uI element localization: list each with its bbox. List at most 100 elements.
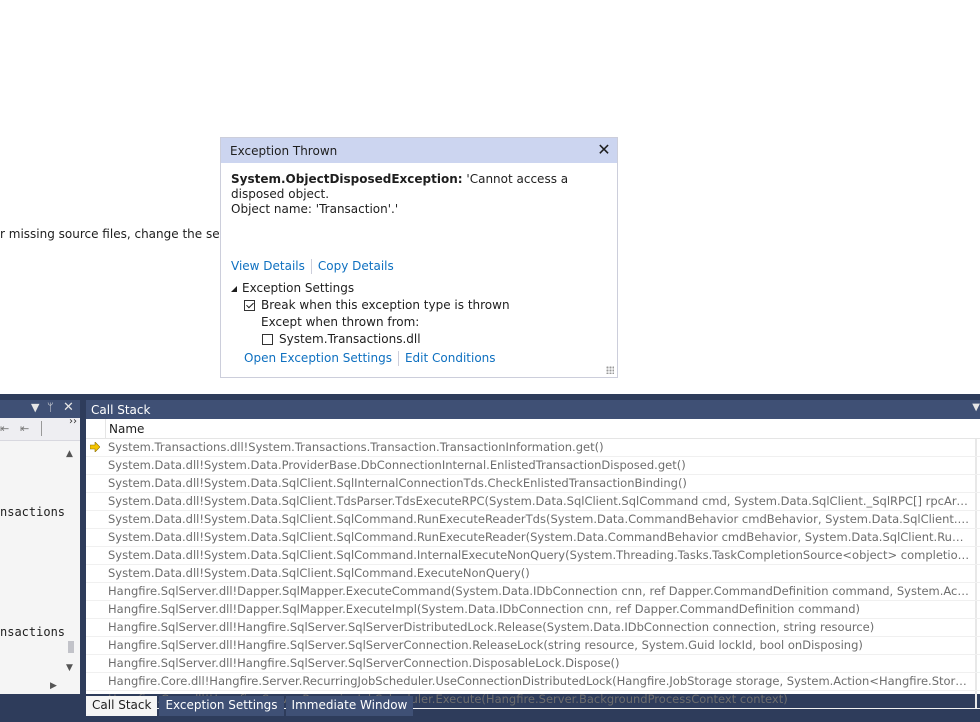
close-icon[interactable]: ✕ <box>595 140 613 160</box>
call-stack-row[interactable]: System.Data.dll!System.Data.SqlClient.Sq… <box>86 511 980 529</box>
row-edge <box>975 547 977 564</box>
left-panel-toolbar: ⇤ ⇤ ›› <box>0 416 80 441</box>
left-tool-window: ▼ ᛘ ✕ ⇤ ⇤ ›› nsactions nsactions ▲ ▼ ▶ <box>0 400 80 694</box>
call-stack-row[interactable]: System.Data.dll!System.Data.SqlClient.Sq… <box>86 529 980 547</box>
tab-exception-settings[interactable]: Exception Settings <box>159 696 284 716</box>
break-when-thrown-checkbox[interactable] <box>244 299 255 311</box>
exception-settings-expander[interactable]: Exception Settings <box>231 281 354 295</box>
hint-text: r missing source files, change the setti… <box>0 227 255 241</box>
exception-popup: Exception Thrown ✕ System.ObjectDisposed… <box>220 137 618 378</box>
popup-title: Exception Thrown <box>230 144 338 158</box>
row-edge <box>975 601 977 618</box>
open-exception-settings-link[interactable]: Open Exception Settings <box>244 351 392 365</box>
frame-name: System.Data.dll!System.Data.SqlClient.Sq… <box>108 530 970 544</box>
dropdown-icon[interactable]: ▼ <box>31 401 39 414</box>
left-panel-body: nsactions nsactions ▲ ▼ ▶ <box>0 441 80 693</box>
resize-grip-icon[interactable] <box>606 366 614 374</box>
call-stack-row[interactable]: Hangfire.SqlServer.dll!Dapper.SqlMapper.… <box>86 601 980 619</box>
scroll-right-icon[interactable]: ▶ <box>50 681 57 691</box>
frame-name: Hangfire.SqlServer.dll!Hangfire.SqlServe… <box>108 656 620 670</box>
transactions-dll-row[interactable]: System.Transactions.dll <box>262 332 421 346</box>
row-edge <box>975 655 977 672</box>
column-divider <box>105 419 106 438</box>
exception-settings-label: Exception Settings <box>242 281 355 295</box>
window-menu-icon[interactable]: ▼ <box>972 402 980 413</box>
left-text-1: nsactions <box>0 505 66 519</box>
except-when-thrown-label: Except when thrown from: <box>261 315 420 329</box>
edit-conditions-link[interactable]: Edit Conditions <box>405 351 496 365</box>
call-stack-row[interactable]: Hangfire.SqlServer.dll!Hangfire.SqlServe… <box>86 619 980 637</box>
frame-name: Hangfire.SqlServer.dll!Dapper.SqlMapper.… <box>108 584 970 598</box>
call-stack-row[interactable]: Hangfire.SqlServer.dll!Hangfire.SqlServe… <box>86 637 980 655</box>
pin-icon[interactable]: ᛘ <box>47 401 54 414</box>
current-frame-arrow-icon <box>90 442 100 452</box>
call-stack-row[interactable]: Hangfire.SqlServer.dll!Hangfire.SqlServe… <box>86 655 980 673</box>
column-header: Name <box>86 419 980 439</box>
frame-name: Hangfire.SqlServer.dll!Hangfire.SqlServe… <box>108 620 875 634</box>
break-when-thrown-label: Break when this exception type is thrown <box>261 298 510 312</box>
call-stack-row[interactable]: System.Data.dll!System.Data.SqlClient.Sq… <box>86 565 980 583</box>
transactions-dll-checkbox[interactable] <box>262 333 273 345</box>
frame-name: System.Data.dll!System.Data.SqlClient.Sq… <box>108 476 687 490</box>
call-stack-header: Call Stack ▼ <box>86 400 980 419</box>
call-stack-row[interactable]: Hangfire.SqlServer.dll!Dapper.SqlMapper.… <box>86 583 980 601</box>
settings-links: Open Exception Settings Edit Conditions <box>244 351 496 366</box>
divider <box>397 351 399 366</box>
frame-name: System.Data.dll!System.Data.SqlClient.Sq… <box>108 548 970 562</box>
overflow-icon[interactable]: ›› <box>69 416 77 427</box>
row-edge <box>975 511 977 528</box>
indent-icon[interactable]: ⇤ <box>20 422 29 435</box>
call-stack-row[interactable]: System.Data.dll!System.Data.SqlClient.Sq… <box>86 475 980 493</box>
popup-header: Exception Thrown ✕ <box>221 138 617 163</box>
frame-name: Hangfire.SqlServer.dll!Dapper.SqlMapper.… <box>108 602 861 616</box>
call-stack-row[interactable]: System.Data.dll!System.Data.ProviderBase… <box>86 457 980 475</box>
call-stack-row[interactable]: System.Data.dll!System.Data.SqlClient.Td… <box>86 493 980 511</box>
call-stack-title: Call Stack <box>91 403 151 417</box>
call-stack-window: Call Stack ▼ Name System.Transactions.dl… <box>86 400 980 709</box>
exception-message: System.ObjectDisposedException: 'Cannot … <box>231 172 611 217</box>
call-stack-row[interactable]: System.Data.dll!System.Data.SqlClient.Sq… <box>86 547 980 565</box>
break-when-thrown-row[interactable]: Break when this exception type is thrown <box>244 298 510 312</box>
exception-text-2: Object name: 'Transaction'.' <box>231 202 399 216</box>
row-edge <box>975 673 977 690</box>
row-edge <box>975 565 977 582</box>
frame-name: System.Data.dll!System.Data.SqlClient.Td… <box>108 494 970 508</box>
call-stack-row[interactable]: Hangfire.Core.dll!Hangfire.Server.Recurr… <box>86 673 980 691</box>
bottom-tab-bar: Call Stack Exception Settings Immediate … <box>86 696 414 716</box>
row-edge <box>975 619 977 636</box>
row-edge <box>975 475 977 492</box>
details-links: View Details Copy Details <box>231 259 394 274</box>
left-panel-header: ▼ ᛘ ✕ <box>0 400 80 418</box>
close-icon[interactable]: ✕ <box>63 400 74 415</box>
scroll-down-icon[interactable]: ▼ <box>66 663 73 673</box>
tab-immediate-window[interactable]: Immediate Window <box>285 696 414 716</box>
row-edge <box>975 457 977 474</box>
divider <box>310 259 312 274</box>
exception-type: System.ObjectDisposedException: <box>231 172 463 186</box>
left-text-2: nsactions <box>0 625 66 639</box>
frame-name: System.Data.dll!System.Data.SqlClient.Sq… <box>108 566 530 580</box>
scroll-up-icon[interactable]: ▲ <box>66 449 73 459</box>
row-edge <box>975 583 977 600</box>
scroll-thumb[interactable] <box>68 641 74 653</box>
call-stack-row[interactable]: System.Transactions.dll!System.Transacti… <box>86 439 980 457</box>
expand-triangle-icon <box>231 285 237 292</box>
row-edge <box>975 529 977 546</box>
row-edge <box>975 691 977 708</box>
frame-name: Hangfire.Core.dll!Hangfire.Server.Recurr… <box>108 674 970 688</box>
row-edge <box>975 493 977 510</box>
outdent-icon[interactable]: ⇤ <box>0 422 9 435</box>
call-stack-list: System.Transactions.dll!System.Transacti… <box>86 439 980 709</box>
ide-bottom-area: ▼ ᛘ ✕ ⇤ ⇤ ›› nsactions nsactions ▲ ▼ ▶ C… <box>0 394 980 722</box>
toolbar-separator <box>41 421 42 436</box>
tab-call-stack[interactable]: Call Stack <box>86 696 158 716</box>
copy-details-link[interactable]: Copy Details <box>318 259 394 273</box>
view-details-link[interactable]: View Details <box>231 259 305 273</box>
row-edge <box>975 439 977 456</box>
column-name-header[interactable]: Name <box>109 422 144 436</box>
frame-name: Hangfire.SqlServer.dll!Hangfire.SqlServe… <box>108 638 863 652</box>
transactions-dll-label: System.Transactions.dll <box>279 332 421 346</box>
row-edge <box>975 637 977 654</box>
frame-name: System.Data.dll!System.Data.SqlClient.Sq… <box>108 512 970 526</box>
vertical-scrollbar[interactable]: ▲ ▼ <box>65 441 77 693</box>
